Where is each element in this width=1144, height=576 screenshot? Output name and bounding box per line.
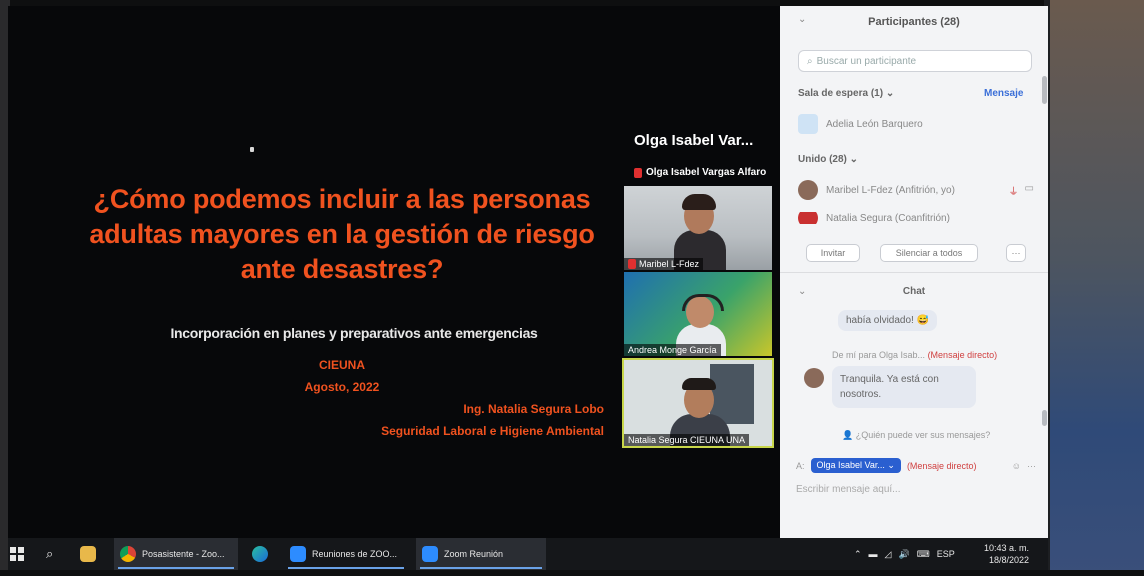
keyboard-icon[interactable]: ⌨ xyxy=(917,549,930,560)
system-clock[interactable]: 10:43 a. m. 18/8/2022 xyxy=(984,542,1029,566)
participants-scrollbar[interactable] xyxy=(1042,76,1047,104)
chat-scrollbar[interactable] xyxy=(1042,410,1047,426)
avatar xyxy=(798,212,818,224)
battery-icon[interactable]: ▬ xyxy=(869,549,878,559)
active-speaker-label: Olga Isabel Vargas Alfaro xyxy=(646,167,767,178)
panel-divider xyxy=(780,272,1048,273)
waiting-room-message-button[interactable]: Mensaje xyxy=(984,88,1023,99)
shared-slide: ¿Cómo podemos incluir a las personas adu… xyxy=(8,6,780,538)
edge-icon xyxy=(252,546,268,562)
joined-section[interactable]: Unido (28) ⌄ xyxy=(798,154,858,165)
chat-message-meta: De mí para Olga Isab... (Mensaje directo… xyxy=(832,350,998,360)
chat-compose-input[interactable]: Escribir mensaje aquí... xyxy=(796,484,901,495)
waiting-room-section[interactable]: Sala de espera (1) ⌄ xyxy=(798,88,894,99)
clock-date: 18/8/2022 xyxy=(988,555,1030,565)
avatar xyxy=(798,180,818,200)
mute-all-button[interactable]: Silenciar a todos xyxy=(880,244,978,262)
search-icon: ⌕ xyxy=(46,546,54,561)
slide-author: Ing. Natalia Segura Lobo xyxy=(463,402,604,416)
chevron-up-icon[interactable]: ⌃ xyxy=(854,549,862,560)
emoji-icon: 😅 xyxy=(916,315,930,326)
active-speaker-name: Olga Isabel Vargas Alfaro xyxy=(634,167,766,178)
video-tile-name: Andrea Monge García xyxy=(624,344,721,356)
start-button[interactable] xyxy=(10,538,24,570)
mic-muted-icon xyxy=(628,259,636,269)
mouse-cursor xyxy=(250,147,254,152)
participant-row[interactable]: Natalia Segura (Coanfitrión) xyxy=(798,212,1034,224)
participant-hair xyxy=(682,194,716,210)
slide-date: Agosto, 2022 xyxy=(304,380,380,394)
invite-button[interactable]: Invitar xyxy=(806,244,860,262)
chat-message: había olvidado! 😅 xyxy=(838,310,938,331)
slide-department: Seguridad Laboral e Higiene Ambiental xyxy=(381,424,604,438)
zoom-icon xyxy=(290,546,306,562)
participant-row[interactable]: Maribel L-Fdez (Anfitrión, yo) ⏚ ▭ xyxy=(798,180,1034,200)
video-tile-andrea[interactable]: Andrea Monge García xyxy=(624,272,772,356)
chevron-down-icon: ⌄ xyxy=(849,154,859,165)
side-panel: ⌄ Participantes (28) ⌕ Buscar un partici… xyxy=(780,6,1048,546)
chevron-down-icon: ⌄ xyxy=(885,88,895,99)
chrome-icon xyxy=(120,546,136,562)
search-button[interactable]: ⌕ xyxy=(46,538,53,570)
file-explorer-button[interactable] xyxy=(80,538,96,570)
mic-muted-icon[interactable]: ⏚ xyxy=(1009,183,1019,198)
photo-edge-bottom xyxy=(0,570,1144,576)
slide-organization: CIEUNA xyxy=(318,358,365,372)
person-icon: 👤 xyxy=(842,430,856,440)
recipient-dropdown[interactable]: Olga Isabel Var... ⌄ xyxy=(810,458,901,473)
network-icon[interactable]: ◿ xyxy=(885,549,892,560)
chat-title: Chat xyxy=(902,286,926,297)
windows-icon xyxy=(10,547,24,561)
search-icon: ⌕ xyxy=(807,55,813,67)
participants-title: Participantes (28) xyxy=(868,16,960,28)
system-tray: ⌃ ▬ ◿ 🔊 ⌨ ESP xyxy=(854,538,955,570)
clock-time: 10:43 a. m. xyxy=(984,543,1030,553)
video-tile-name: Maribel L-Fdez xyxy=(624,258,704,270)
taskbar-chrome[interactable]: Posasistente - Zoo... xyxy=(114,538,238,570)
chat-recipient-row: A: Olga Isabel Var... ⌄ (Mensaje directo… xyxy=(796,458,1036,473)
video-tile-maribel[interactable]: Maribel L-Fdez xyxy=(624,186,772,270)
headset-icon xyxy=(682,294,724,311)
language-indicator[interactable]: ESP xyxy=(937,549,955,559)
volume-icon[interactable]: 🔊 xyxy=(898,549,909,560)
active-speaker-title: Olga Isabel Var... xyxy=(634,132,754,149)
waiting-participant-row[interactable]: Adelia León Barquero xyxy=(798,114,1034,134)
taskbar-zoom-meetings[interactable]: Reuniones de ZOO... xyxy=(284,538,408,570)
monitor-screen: ¿Cómo podemos incluir a las personas adu… xyxy=(8,6,1048,570)
folder-icon xyxy=(80,546,96,562)
participant-search-input[interactable]: ⌕ Buscar un participante xyxy=(798,50,1032,72)
slide-subtitle: Incorporación en planes y preparativos a… xyxy=(170,325,538,341)
taskbar-edge[interactable] xyxy=(252,538,268,570)
background-room xyxy=(1050,0,1144,576)
participant-hair xyxy=(682,378,716,390)
slide-title: ¿Cómo podemos incluir a las personas adu… xyxy=(89,184,595,284)
taskbar-zoom-meeting[interactable]: Zoom Reunión xyxy=(416,538,546,570)
search-placeholder: Buscar un participante xyxy=(816,55,917,67)
more-options-button[interactable]: ··· xyxy=(1006,244,1026,262)
emoji-icon[interactable]: ☺ xyxy=(1012,461,1021,471)
taskbar: ⌕ Posasistente - Zoo... Reuniones de ZOO… xyxy=(8,538,1048,570)
video-tile-natalia[interactable]: Natalia Segura CIEUNA UNA xyxy=(622,358,774,448)
chat-message: Tranquila. Ya está con nosotros. xyxy=(832,366,976,408)
video-tile-name: Natalia Segura CIEUNA UNA xyxy=(624,434,750,446)
avatar xyxy=(798,114,818,134)
who-can-see-link[interactable]: 👤 ¿Quién puede ver sus mensajes? xyxy=(842,430,990,441)
video-camera-icon[interactable]: ▭ xyxy=(1025,183,1034,198)
direct-message-label: (Mensaje directo) xyxy=(906,460,977,471)
more-icon[interactable]: ··· xyxy=(1027,461,1036,471)
zoom-icon xyxy=(422,546,438,562)
mic-muted-icon xyxy=(634,167,642,178)
avatar xyxy=(804,368,824,388)
